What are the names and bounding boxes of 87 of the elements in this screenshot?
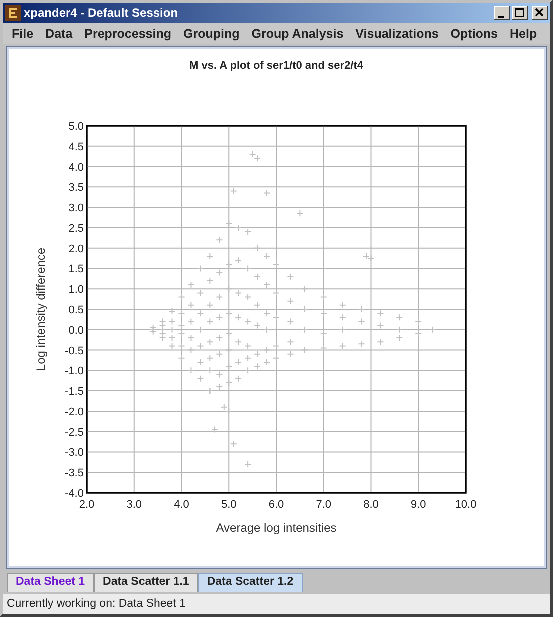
y-tick-label: -0.5: [65, 345, 84, 358]
data-point: [216, 294, 224, 301]
y-tick-label: 1.0: [68, 284, 84, 296]
data-point: [206, 277, 214, 284]
x-tick-label: 9.0: [410, 499, 426, 511]
menu-item[interactable]: Grouping: [177, 26, 246, 40]
data-point: [377, 338, 384, 346]
x-tick-label: 7.0: [316, 499, 332, 511]
y-tick-label: 4.5: [68, 141, 84, 154]
y-tick-label: 2.0: [68, 243, 84, 256]
data-point: [206, 253, 214, 260]
menu-item[interactable]: Visualizations: [350, 26, 445, 40]
data-point: [287, 338, 294, 346]
y-tick-label: 0.0: [68, 324, 84, 337]
x-tick-label: 3.0: [126, 499, 142, 511]
status-bar: Currently working on: Data Sheet 1: [3, 594, 550, 614]
y-tick-label: 0.5: [68, 304, 84, 316]
y-tick-label: -3.0: [65, 447, 84, 460]
y-tick-label: 1.5: [68, 264, 84, 276]
minimize-button[interactable]: [494, 6, 510, 20]
menu-item[interactable]: File: [6, 26, 40, 40]
menu-item[interactable]: Help: [504, 26, 544, 40]
data-point: [206, 354, 214, 362]
data-point: [188, 334, 195, 342]
data-point: [264, 190, 271, 197]
data-point: [287, 298, 294, 305]
maximize-icon: [515, 8, 525, 18]
sheet-tab[interactable]: Data Scatter 1.2: [198, 573, 303, 592]
data-point: [244, 294, 252, 301]
data-point: [264, 359, 271, 366]
x-tick-label: 10.0: [455, 499, 477, 511]
y-tick-label: 3.0: [68, 202, 84, 215]
data-point: [287, 273, 294, 280]
y-tick-label: -2.5: [65, 426, 84, 439]
data-point: [206, 338, 214, 346]
x-tick-label: 2.0: [79, 499, 95, 511]
x-tick-label: 5.0: [221, 499, 237, 511]
data-point: [264, 253, 271, 260]
app-icon: [5, 5, 21, 21]
data-point: [244, 354, 252, 362]
data-point: [197, 375, 204, 382]
data-point: [206, 318, 214, 326]
close-button[interactable]: [532, 6, 548, 20]
chart-title: M vs. A plot of ser1/t0 and ser2/t4: [190, 60, 364, 72]
data-point: [235, 314, 242, 322]
data-point: [358, 340, 366, 348]
data-point: [296, 210, 304, 218]
data-point: [287, 318, 294, 326]
y-tick-label: 3.5: [68, 182, 84, 194]
x-tick-label: 4.0: [174, 499, 190, 511]
y-axis-label: Log intensity difference: [34, 248, 48, 372]
data-point: [235, 375, 242, 382]
menu-item[interactable]: Data: [40, 26, 79, 40]
close-icon: [535, 8, 545, 18]
data-point: [197, 359, 204, 366]
data-point: [235, 257, 242, 264]
y-tick-label: -1.5: [65, 386, 84, 398]
sheet-tab[interactable]: Data Sheet 1: [7, 573, 94, 592]
data-point: [235, 359, 242, 366]
menu-item[interactable]: Group Analysis: [246, 26, 350, 40]
y-tick-label: 5.0: [68, 121, 84, 133]
y-tick-label: -4.0: [65, 488, 84, 500]
data-point: [244, 318, 252, 326]
y-tick-label: 2.5: [68, 222, 84, 235]
y-tick-label: 4.0: [68, 162, 84, 174]
data-point: [339, 314, 346, 322]
data-point: [254, 273, 262, 280]
data-point: [216, 334, 224, 342]
data-point: [235, 338, 242, 346]
data-point: [216, 314, 224, 322]
x-tick-label: 8.0: [364, 499, 379, 511]
data-point: [216, 236, 224, 244]
maximize-button[interactable]: [512, 6, 528, 20]
x-axis-label: Average log intensities: [216, 521, 337, 535]
y-tick-label: -3.5: [65, 468, 84, 480]
window-title: xpander4 - Default Session: [24, 6, 178, 20]
menu-item[interactable]: Options: [444, 26, 504, 40]
y-tick-label: -2.0: [65, 406, 84, 418]
data-point: [358, 318, 366, 326]
sheet-tab[interactable]: Data Scatter 1.1: [94, 573, 198, 592]
x-tick-label: 6.0: [268, 499, 284, 511]
data-point: [188, 318, 195, 326]
minimize-icon: [498, 16, 504, 18]
data-point: [244, 460, 252, 468]
y-tick-label: -1.0: [65, 366, 84, 378]
data-point: [396, 314, 404, 322]
menu-item[interactable]: Preprocessing: [78, 26, 178, 40]
